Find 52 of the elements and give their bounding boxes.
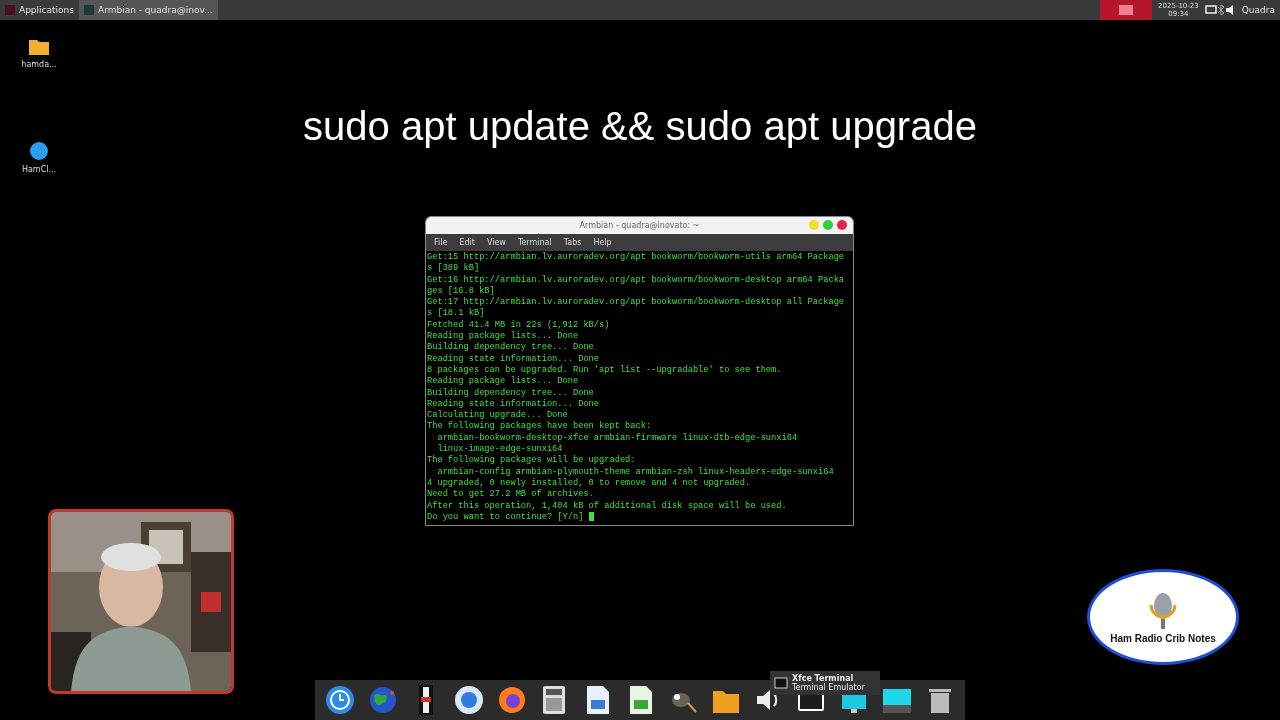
terminal-line: linux-image-edge-sunxi64: [436, 444, 564, 455]
browser-icon[interactable]: [453, 685, 484, 715]
clock-icon[interactable]: [325, 685, 356, 715]
menu-item[interactable]: Terminal: [511, 238, 558, 247]
terminal-line: Calculating upgrade... Done: [427, 410, 569, 421]
terminal-line: armbian-config armbian-plymouth-theme armbian-zsh linux-headers-edge-sunxi64: [436, 466, 835, 478]
terminal-line: After this operation, 1,404 kB of additional disk space will be used.: [427, 500, 788, 512]
desktop-icon-label[interactable]: HamCl...: [21, 165, 57, 174]
menu-item[interactable]: View: [480, 238, 512, 247]
terminal-line: Reading package lists... Done: [427, 376, 580, 388]
screen-icon[interactable]: [1100, 0, 1153, 20]
network-icon[interactable]: [1204, 5, 1217, 15]
tooltip-subtitle: Terminal Emulator: [792, 683, 865, 692]
terminal-line: Reading state information... Done: [427, 353, 601, 365]
app-icon[interactable]: [29, 141, 49, 161]
taskbar-button[interactable]: Armbian - quadra@inov...: [79, 0, 218, 20]
microphone-icon: [1148, 590, 1178, 631]
terminal-line: Get:15 http://armbian.lv.auroradev.org/apt bookworm/bookworm-utils arm64 Package: [427, 252, 846, 263]
globe-icon[interactable]: [368, 685, 399, 715]
menu-item[interactable]: Edit: [453, 238, 481, 247]
terminal-line: s [389 kB]: [427, 263, 481, 275]
bluetooth-icon[interactable]: [1216, 4, 1225, 16]
terminal-line: Need to get 27.2 MB of archives.: [427, 489, 595, 501]
user-menu[interactable]: Quadra: [1236, 0, 1280, 20]
applications-menu[interactable]: Applications: [0, 0, 79, 20]
caption: sudo apt update && sudo apt upgrade: [303, 104, 977, 148]
terminal-line: The following packages have been kept back:: [427, 421, 653, 433]
terminal-line: 4 upgraded, 0 newly installed, 0 to remove and 4 not upgraded.: [427, 477, 752, 489]
terminal-line: Fetched 41.4 MB in 22s (1,912 kB/s): [427, 319, 611, 331]
terminal-line: Reading package lists... Done: [427, 331, 580, 342]
terminal-line: Get:17 http://armbian.lv.auroradev.org/apt bookworm/bookworm-desktop all Package: [427, 297, 846, 308]
terminal-line: armbian-bookworm-desktop-xfce armbian-firmware linux-dtb-edge-sunxi64: [436, 432, 799, 444]
terminal-line: Building dependency tree... Done: [427, 387, 595, 399]
menu-item[interactable]: Tabs: [557, 238, 588, 247]
folder-icon[interactable]: [28, 38, 50, 56]
window-title: Armbian - quadra@inovato: ~: [579, 221, 700, 230]
menu-item[interactable]: File: [428, 238, 454, 247]
terminal-line: ges [16.8 kB]: [427, 285, 496, 297]
logo-text: Ham Radio Crib Notes: [1110, 632, 1216, 644]
terminal-line: The following packages will be upgraded:: [427, 455, 637, 467]
desktop-icon-label[interactable]: hamda...: [21, 60, 57, 69]
terminal-line: Building dependency tree... Done: [427, 342, 595, 354]
tooltip-title: Xfce Terminal: [792, 674, 855, 683]
menu-item[interactable]: Help: [587, 238, 618, 247]
terminal-line: 8 packages can be upgraded. Run 'apt list --upgradable' to see them.: [427, 364, 783, 376]
terminal-line: Get:16 http://armbian.lv.auroradev.org/apt bookworm/bookworm-desktop arm64 Packa: [427, 274, 846, 286]
close-button[interactable]: [837, 220, 847, 230]
terminal-icon: [774, 677, 788, 689]
terminal-line: Do you want to continue? [Y/n]: [427, 511, 852, 524]
terminal-line: s [18.1 kB]: [427, 308, 486, 320]
text-cursor: [588, 512, 594, 522]
terminal-line: Reading state information... Done: [427, 398, 601, 410]
